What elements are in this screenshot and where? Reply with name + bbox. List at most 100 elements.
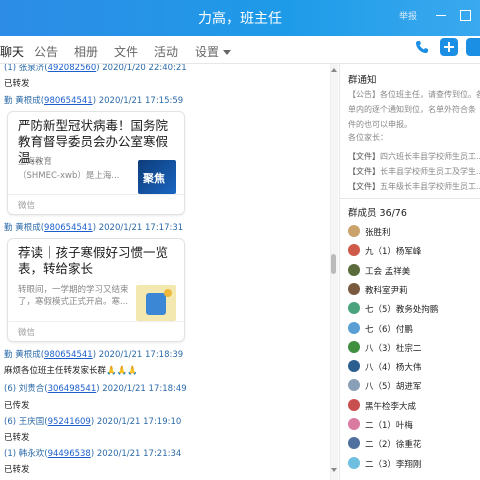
maximize-icon[interactable] <box>458 8 472 22</box>
member-name: 二（2）徐重花 <box>365 440 422 451</box>
title-bar: 力高，班主任 举报 <box>0 0 480 36</box>
user-icon[interactable] <box>466 38 480 56</box>
phone-icon[interactable] <box>413 38 431 56</box>
card-footer-label: 微信 <box>18 201 36 211</box>
members-title: 群成员 36/76 <box>348 208 407 219</box>
avatar <box>348 418 360 430</box>
message-header: (6) 王庆国(95241609) 2020/1/21 17:19:10 <box>4 415 181 427</box>
card-footer: 微信 <box>8 321 184 341</box>
avatar <box>348 321 360 334</box>
tab-settings-label: 设置 <box>195 45 220 59</box>
message-header: 勤 黄根成(980654541) 2020/1/21 17:18:39 <box>4 348 183 360</box>
member-name: 八（5）胡进军 <box>365 382 422 393</box>
card-source: 上海教育 <box>18 157 53 167</box>
file-tag: 【文件】 <box>348 152 380 161</box>
member-name: 教科室尹莉 <box>365 285 408 296</box>
avatar <box>348 456 360 469</box>
tab-album[interactable]: 相册 <box>74 43 98 60</box>
message-time: ) 2020/1/21 17:15:59 <box>92 96 184 106</box>
avatar <box>348 225 360 237</box>
notice-item[interactable]: 单内的逐个通知到位，名单外符合条 <box>348 104 476 115</box>
tab-chat-label: 聊天 <box>0 45 25 59</box>
message-text: 麻烦各位班主任转发家长群 <box>4 366 107 376</box>
card-description: 转眼间，一学期的学习又结束了，寒假模式正式开启。寒... <box>18 285 129 307</box>
notice-item[interactable]: 【公告】各位班主任，请查传到位。各 <box>348 89 480 100</box>
sender-name: 勤 黄根成( <box>4 350 45 360</box>
message-time: ) 2020/1/21 17:19:10 <box>90 417 182 427</box>
sender-name: (6) 王庆国( <box>4 417 48 427</box>
tab-bar: 聊天 公告 相册 文件 活动 设置 <box>0 36 480 71</box>
file-tag: 【文件】 <box>348 182 380 191</box>
member-name: 七（6）付鹏 <box>365 324 413 335</box>
avatar <box>348 302 360 315</box>
message-text: 已传发 <box>4 401 30 411</box>
avatar <box>348 263 360 276</box>
notice-item[interactable]: 件的也可以申报。 <box>348 119 412 130</box>
notice-item[interactable]: 各位家长： <box>348 132 388 143</box>
right-panel: 群通知 【公告】各位班主任，请查传到位。各 单内的逐个通知到位，名单外符合条 件… <box>339 64 480 480</box>
card-thumbnail <box>136 285 176 321</box>
scroll-up-icon[interactable] <box>331 68 337 72</box>
member-name: 二（3）李翔刚 <box>365 459 422 470</box>
sender-qq-link[interactable]: 980654541 <box>44 223 93 233</box>
minimize-icon[interactable] <box>434 8 448 22</box>
message-header: 勤 黄根成(980654541) 2020/1/21 17:15:59 <box>4 94 183 106</box>
avatar <box>348 398 360 411</box>
card-footer-label: 微信 <box>18 328 36 338</box>
notice-file[interactable]: 【文件】四六班长丰县学校师生员工... <box>348 151 480 162</box>
card-title: 荐读｜孩子寒假好习惯一览表，转给家长 <box>18 245 169 276</box>
member-name: 九（1）杨军峰 <box>365 247 422 258</box>
sender-qq-link[interactable]: 492082560 <box>48 64 97 73</box>
sender-qq-link[interactable]: 980654541 <box>44 96 93 106</box>
add-icon[interactable] <box>440 38 458 56</box>
tab-announcement[interactable]: 公告 <box>34 43 58 60</box>
avatar <box>348 437 360 450</box>
tab-chat[interactable]: 聊天 <box>0 43 25 71</box>
avatar <box>348 244 360 257</box>
message-time: ) 2020/1/21 17:21:34 <box>90 449 182 459</box>
member-name: 二（1）叶梅 <box>365 421 413 431</box>
thumbnail-text: 聚焦 <box>143 172 165 185</box>
sender-qq-link[interactable]: 94496538 <box>48 449 91 459</box>
scroll-down-icon[interactable] <box>331 468 337 472</box>
member-name: 张胜利 <box>365 228 391 238</box>
file-name: 五年级长丰县学校师生员工... <box>380 182 480 191</box>
message-header: (6) 刘贵合(306498541) 2020/1/21 17:18:49 <box>4 382 187 394</box>
wechat-article-card[interactable]: 严防新型冠状病毒！国务院教育督导委员会办公室寒假温... 上海教育 （SHMEC… <box>7 111 185 215</box>
notice-title: 群通知 <box>348 75 377 86</box>
message-body: 麻烦各位班主任转发家长群🙏🙏🙏 <box>4 364 138 376</box>
sender-name: (1) 韩永欢( <box>4 449 48 459</box>
tab-settings[interactable]: 设置 <box>195 43 232 60</box>
pray-emoji-icon: 🙏🙏🙏 <box>106 366 138 376</box>
sender-name: (6) 刘贵合( <box>4 384 48 394</box>
message-header: (1) 韩永欢(94496538) 2020/1/21 17:21:34 <box>4 447 181 459</box>
tab-activities[interactable]: 活动 <box>154 43 178 60</box>
chat-pane: (1) 张泉济(492082560) 2020/1/20 22:40:21 已转… <box>0 64 330 480</box>
section-divider <box>340 198 480 199</box>
sender-qq-link[interactable]: 980654541 <box>44 350 93 360</box>
notice-file[interactable]: 【文件】长丰县学校师生员工及学生... <box>348 166 480 177</box>
message-header: (1) 张泉济(492082560) 2020/1/20 22:40:21 <box>4 64 187 73</box>
file-name: 四六班长丰县学校师生员工... <box>380 152 480 161</box>
member-name: 八（3）杜宗二 <box>365 343 422 354</box>
avatar <box>348 379 360 392</box>
file-tag: 【文件】 <box>348 167 380 176</box>
card-thumbnail: 聚焦 <box>138 160 176 194</box>
notice-file[interactable]: 【文件】五年级长丰县学校师生员工... <box>348 181 480 192</box>
scrollbar-thumb[interactable] <box>331 254 336 274</box>
tab-files[interactable]: 文件 <box>114 43 138 60</box>
message-header: 勤 黄根成(980654541) 2020/1/21 17:17:31 <box>4 221 183 233</box>
sender-qq-link[interactable]: 306498541 <box>48 384 97 394</box>
message-body: 已转发 <box>4 463 30 475</box>
report-link[interactable]: 举报 <box>399 9 417 22</box>
wechat-article-card[interactable]: 荐读｜孩子寒假好习惯一览表，转给家长 转眼间，一学期的学习又结束了，寒假模式正式… <box>7 238 185 342</box>
card-description: （SHMEC-xwb）是上海... <box>18 171 120 181</box>
message-text: 已转发 <box>4 433 30 443</box>
card-footer: 微信 <box>8 194 184 214</box>
message-body: 已转发 <box>4 77 30 89</box>
message-text: 已转发 <box>4 79 30 89</box>
message-body: 已传发 <box>4 399 30 411</box>
message-time: ) 2020/1/21 17:18:49 <box>96 384 187 394</box>
sender-qq-link[interactable]: 95241609 <box>48 417 91 427</box>
member-name: 黑午检李大成 <box>365 401 417 412</box>
